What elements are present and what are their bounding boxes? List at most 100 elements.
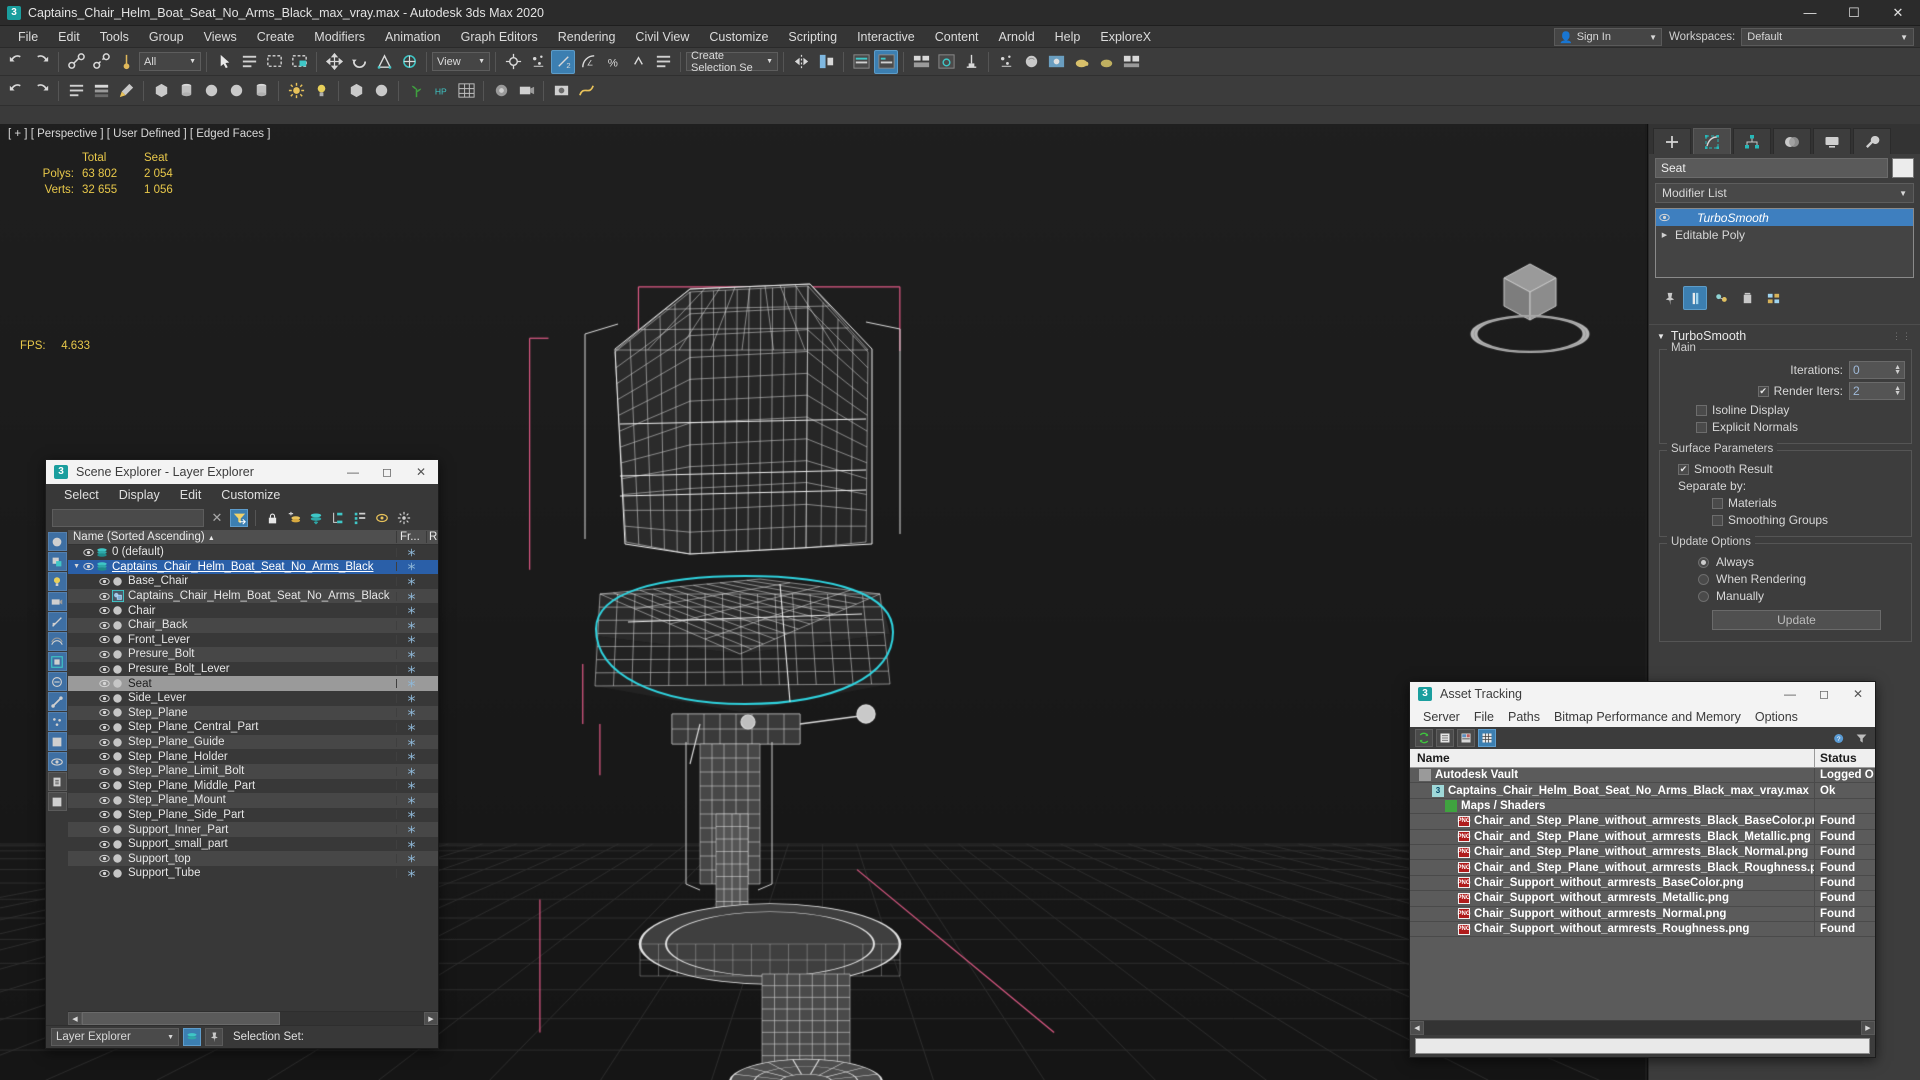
spinner-arrows-icon[interactable]: ▲ ▼ <box>1894 364 1901 376</box>
menu-help[interactable]: Help <box>1045 28 1091 46</box>
object-dot-icon[interactable] <box>111 693 124 704</box>
toggle-layer-explorer-icon[interactable] <box>874 49 898 74</box>
object-dot-icon[interactable] <box>111 576 124 587</box>
scene-explorer-menu-select[interactable]: Select <box>54 486 109 504</box>
lock-icon[interactable] <box>263 509 281 527</box>
object-dot-icon[interactable] <box>111 839 124 850</box>
layer-name[interactable]: Step_Plane_Guide <box>124 736 396 748</box>
object-dot-icon[interactable] <box>111 824 124 835</box>
layer-row[interactable]: Step_Plane_Holder <box>68 749 438 764</box>
menu-edit[interactable]: Edit <box>48 28 90 46</box>
object-dot-icon[interactable] <box>111 649 124 660</box>
layer-row[interactable]: Seat <box>68 676 438 691</box>
render-setup-icon[interactable] <box>1044 50 1068 74</box>
visibility-eye-icon[interactable] <box>82 548 95 557</box>
menu-content[interactable]: Content <box>925 28 989 46</box>
visibility-eye-icon[interactable] <box>98 810 111 819</box>
curve-editor-icon[interactable] <box>934 50 958 74</box>
render-production-icon[interactable] <box>1094 50 1118 74</box>
geometry-filter-icon[interactable] <box>47 552 67 571</box>
layer-name[interactable]: Support_Tube <box>124 867 396 879</box>
layer-manager-icon[interactable] <box>183 1028 201 1046</box>
scene-explorer-window[interactable]: 3 Scene Explorer - Layer Explorer — ◻ ✕ … <box>45 459 439 1049</box>
minimize-button[interactable]: — <box>1788 0 1832 26</box>
undo-icon[interactable] <box>4 50 28 74</box>
help-icon[interactable]: ? <box>1830 729 1848 747</box>
visibility-eye-icon[interactable] <box>98 592 111 601</box>
spinner-arrows-icon[interactable]: ▲ ▼ <box>1894 385 1901 397</box>
modifier-stack-row[interactable]: TurboSmooth <box>1656 209 1913 226</box>
freeze-toggle-icon[interactable] <box>396 635 426 645</box>
freeze-toggle-icon[interactable] <box>396 854 426 864</box>
freeze-toggle-icon[interactable] <box>396 825 426 835</box>
freeze-toggle-icon[interactable] <box>396 576 426 586</box>
freeze-toggle-icon[interactable] <box>396 737 426 747</box>
visibility-eye-icon[interactable] <box>98 708 111 717</box>
asset-scroll-right-icon[interactable]: ▶ <box>1861 1020 1875 1035</box>
layer-name[interactable]: Chair <box>124 605 396 617</box>
select-and-link-icon[interactable] <box>64 50 88 74</box>
layers-tool-icon[interactable] <box>89 79 113 103</box>
freeze-toggle-icon[interactable] <box>396 708 426 718</box>
object-dot-icon[interactable] <box>111 664 124 675</box>
layer-name[interactable]: Base_Chair <box>124 575 396 587</box>
pin-explorer-icon[interactable] <box>205 1028 223 1046</box>
asset-row[interactable]: Maps / Shaders <box>1410 798 1875 815</box>
hidden-filter-icon[interactable] <box>47 752 67 771</box>
col-render-header[interactable]: R <box>426 531 438 543</box>
add-layer-icon[interactable] <box>285 509 303 527</box>
freeze-toggle-icon[interactable] <box>396 664 426 674</box>
groups-filter-icon[interactable] <box>47 652 67 671</box>
paths-view-icon[interactable] <box>1457 729 1475 747</box>
asset-menu-server[interactable]: Server <box>1416 708 1467 726</box>
layer-rows[interactable]: 0 (default) ▼ Captains_Chair_Helm_Boat_Sea… <box>68 545 438 1011</box>
asset-menu-options[interactable]: Options <box>1748 708 1805 726</box>
freeze-toggle-icon[interactable] <box>396 722 426 732</box>
object-dot-icon[interactable] <box>111 678 124 689</box>
asset-col-name[interactable]: Name <box>1410 748 1815 768</box>
visibility-eye-icon[interactable] <box>98 767 111 776</box>
select-by-name-icon[interactable] <box>237 50 261 74</box>
layer-row[interactable]: Step_Plane_Limit_Bolt <box>68 763 438 779</box>
asset-tracking-minimize[interactable]: — <box>1773 682 1807 706</box>
asset-menu-paths[interactable]: Paths <box>1501 708 1547 726</box>
asset-tracking-window[interactable]: 3 Asset Tracking — ◻ ✕ Server File Paths Bi… <box>1409 681 1876 1058</box>
freeze-toggle-icon[interactable] <box>396 781 426 791</box>
freeze-toggle-icon[interactable] <box>396 693 426 703</box>
schematic-view-icon[interactable] <box>959 50 983 74</box>
named-selection-set-select[interactable]: Create Selection Se ▼ <box>686 50 778 74</box>
freeze-toggle-icon[interactable] <box>396 679 426 689</box>
search-input[interactable] <box>52 509 204 527</box>
maximize-button[interactable]: ☐ <box>1832 0 1876 26</box>
explicit-normals-checkbox[interactable] <box>1696 421 1707 433</box>
undo-view-icon[interactable] <box>4 79 28 103</box>
align-icon[interactable] <box>814 50 838 74</box>
render-iters-spinner[interactable]: 2 ▲ ▼ <box>1849 382 1905 400</box>
layer-name[interactable]: Presure_Bolt <box>124 648 396 660</box>
close-button[interactable]: ✕ <box>1876 0 1920 26</box>
camera-icon[interactable] <box>489 79 513 103</box>
scene-explorer-menu-display[interactable]: Display <box>109 486 170 504</box>
expand-all-icon[interactable] <box>351 509 369 527</box>
layer-name[interactable]: Support_Inner_Part <box>124 824 396 836</box>
select-and-move-icon[interactable] <box>322 50 346 74</box>
window-crossing-icon[interactable] <box>287 50 311 74</box>
rendered-frame-window-icon[interactable] <box>1069 50 1093 74</box>
scroll-thumb[interactable] <box>82 1012 281 1025</box>
visibility-eye-icon[interactable] <box>98 650 111 659</box>
menu-customize[interactable]: Customize <box>699 28 778 46</box>
asset-horizontal-scrollbar[interactable]: ◀ ▶ <box>1410 1020 1875 1035</box>
menu-tools[interactable]: Tools <box>90 28 139 46</box>
update-manually-radio[interactable] <box>1698 590 1709 602</box>
bones-filter-icon[interactable] <box>47 692 67 711</box>
layer-row[interactable]: Step_Plane_Middle_Part <box>68 779 438 794</box>
color-swatch-icon[interactable] <box>47 792 67 811</box>
asset-scroll-track[interactable] <box>1424 1020 1861 1035</box>
use-pivot-point-center-icon[interactable] <box>501 50 525 74</box>
visibility-eye-icon[interactable] <box>98 840 111 849</box>
layer-stack-icon[interactable] <box>95 547 108 558</box>
rectangular-selection-region-icon[interactable] <box>262 50 286 74</box>
layer-row[interactable]: Support_small_part <box>68 837 438 852</box>
menu-animation[interactable]: Animation <box>375 28 451 46</box>
snapshot-icon[interactable] <box>549 79 573 103</box>
